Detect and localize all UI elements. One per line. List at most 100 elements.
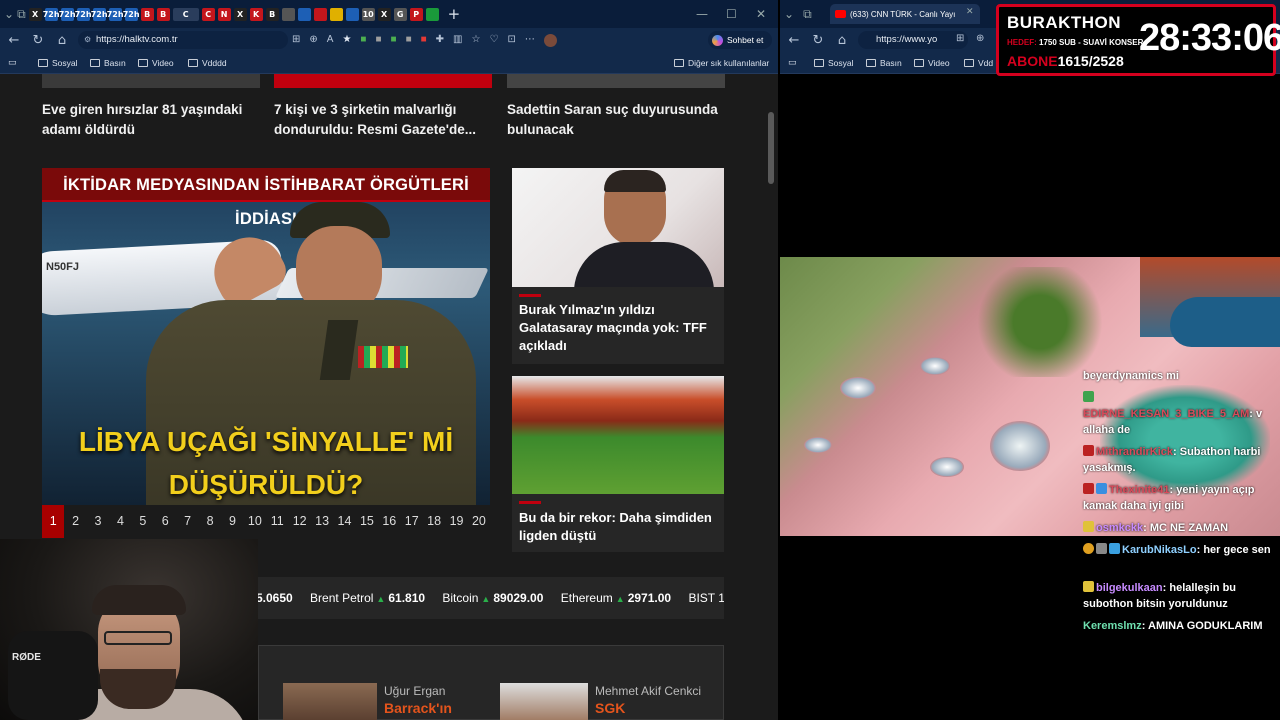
extension-icon[interactable]: ■ [360,34,366,47]
page-11-button[interactable]: 11 [266,505,288,538]
split-screen-icon[interactable]: ⊞ [292,34,300,47]
screenshot-icon[interactable]: ⊡ [507,34,515,47]
tab-72h[interactable]: 72h [91,7,108,21]
thumbnail-image[interactable] [507,74,725,88]
tab-circle[interactable] [281,7,295,21]
page-9-button[interactable]: 9 [221,505,243,538]
copilot-chat-button[interactable]: Sohbet et [708,31,772,49]
page-12-button[interactable]: 12 [288,505,310,538]
zoom-icon[interactable]: ⊕ [309,34,317,47]
author-column-title[interactable]: Barrack'ın [384,700,452,716]
thumbnail-image[interactable] [274,74,492,88]
page-19-button[interactable]: 19 [445,505,467,538]
home-icon[interactable]: ⌂ [830,33,854,48]
tab-b[interactable]: B [140,7,154,21]
bookmark-folder-vdd[interactable]: Vdd [964,58,993,68]
extension-icon[interactable]: ■ [375,34,381,47]
page-17-button[interactable]: 17 [401,505,423,538]
collections-icon[interactable]: ☆ [472,34,481,47]
sidebar-icon[interactable]: ▥ [453,34,462,47]
tab-b[interactable]: B [265,7,279,21]
tab-x[interactable]: X [233,7,247,21]
page-2-button[interactable]: 2 [64,505,86,538]
page-1-button[interactable]: 1 [42,505,65,538]
tab-actions-chevron-icon[interactable]: ⌄ [784,7,794,21]
refresh-icon[interactable]: ↻ [26,33,50,48]
tab-c[interactable]: C [201,7,215,21]
page-4-button[interactable]: 4 [109,505,131,538]
page-scrollbar[interactable] [764,74,778,720]
bookmark-folder-video[interactable]: Video [914,58,950,68]
workspaces-icon[interactable]: ⧉ [17,7,26,22]
profile-avatar[interactable] [543,34,557,47]
extension-icon[interactable]: ■ [406,34,412,47]
author-name[interactable]: Mehmet Akif Cenkci [595,684,701,698]
main-slider[interactable]: İKTİDAR MEDYASINDAN İSTİHBARAT ÖRGÜTLERİ… [42,168,490,505]
bookmark-folder-vdddd[interactable]: Vdddd [188,58,227,68]
page-5-button[interactable]: 5 [132,505,154,538]
extension-icon[interactable]: ■ [421,34,427,47]
headline-link[interactable]: Sadettin Saran suç duyurusunda bulunacak [507,100,722,140]
read-aloud-icon[interactable]: A [327,34,334,47]
new-tab-button[interactable]: + [448,5,461,23]
reading-list-icon[interactable]: ▭ [8,57,17,68]
tab-n[interactable]: N [217,7,231,21]
author-photo[interactable] [500,683,588,720]
tab-blue[interactable] [345,7,359,21]
tab-72h[interactable]: 72h [75,7,92,21]
headline-link[interactable]: 7 kişi ve 3 şirketin malvarlığı dondurul… [274,100,489,140]
bookmark-folder-video[interactable]: Video [138,58,174,68]
news-card[interactable]: Bu da bir rekor: Daha şimdiden ligden dü… [512,376,724,552]
tab-yellow[interactable] [329,7,343,21]
page-16-button[interactable]: 16 [378,505,400,538]
home-icon[interactable]: ⌂ [50,33,74,48]
other-favorites[interactable]: Diğer sık kullanılanlar [674,58,769,68]
extensions-puzzle-icon[interactable]: ✚ [436,34,444,47]
back-arrow-icon[interactable]: ← [2,33,26,48]
tab-k[interactable]: K [249,7,263,21]
tab-instagram[interactable] [313,7,327,21]
tab-p[interactable]: P [409,7,423,21]
page-18-button[interactable]: 18 [423,505,445,538]
tab-10[interactable]: 10 [361,7,375,21]
refresh-icon[interactable]: ↻ [806,33,830,48]
tab-g[interactable]: G [393,7,407,21]
workspaces-icon[interactable]: ⧉ [803,7,812,22]
zoom-icon[interactable]: ⊕ [976,33,984,44]
tab-x[interactable]: X [28,7,42,21]
news-card[interactable]: Burak Yılmaz'ın yıldızı Galatasaray maçı… [512,168,724,364]
url-field[interactable]: ⚙ https://halktv.com.tr [78,31,288,49]
maximize-button[interactable]: ☐ [726,7,737,21]
author-column-title[interactable]: SGK [595,700,625,716]
page-10-button[interactable]: 10 [244,505,266,538]
page-20-button[interactable]: 20 [468,505,490,538]
bookmark-folder-sosyal[interactable]: Sosyal [38,58,78,68]
page-13-button[interactable]: 13 [311,505,333,538]
back-arrow-icon[interactable]: ← [782,33,806,48]
tab-72h[interactable]: 72h [123,7,140,21]
bookmark-folder-basin[interactable]: Basın [90,58,126,68]
reading-list-icon[interactable]: ▭ [788,57,797,68]
tab-72h[interactable]: 72h [107,7,124,21]
tab-x[interactable]: X [377,7,391,21]
page-7-button[interactable]: 7 [176,505,198,538]
more-menu-icon[interactable]: ⋯ [525,34,535,47]
bookmark-folder-sosyal[interactable]: Sosyal [814,58,854,68]
tab-cnn-turk-live[interactable]: (633) CNN TÜRK - Canlı Yayı [830,4,980,24]
tab-green[interactable] [425,7,439,21]
favorites-star-icon[interactable]: ★ [342,34,351,47]
tab-active-halktv[interactable]: C [172,7,199,21]
close-window-button[interactable]: ✕ [756,7,766,21]
url-field[interactable]: https://www.yo [858,31,968,49]
page-3-button[interactable]: 3 [87,505,109,538]
tab-close-button[interactable]: ✕ [966,7,974,17]
page-6-button[interactable]: 6 [154,505,176,538]
split-screen-icon[interactable]: ⊞ [956,33,964,44]
bookmark-folder-basin[interactable]: Basın [866,58,902,68]
headline-link[interactable]: Eve giren hırsızlar 81 yaşındaki adamı ö… [42,100,257,140]
page-14-button[interactable]: 14 [333,505,355,538]
performance-icon[interactable]: ♡ [489,34,498,47]
scrollbar-thumb[interactable] [768,112,774,184]
site-info-icon[interactable]: ⚙ [84,31,91,49]
tab-72h[interactable]: 72h [59,7,76,21]
